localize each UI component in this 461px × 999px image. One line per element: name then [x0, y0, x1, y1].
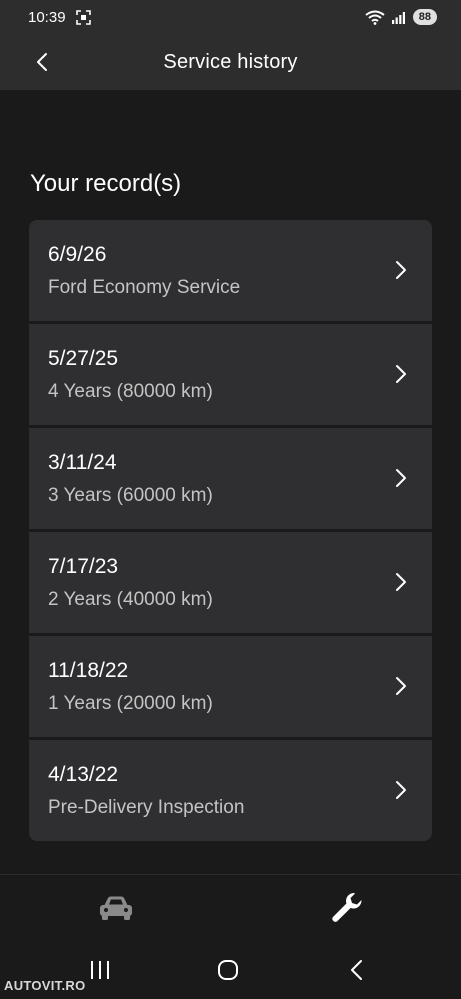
- watermark: AUTOVIT.RO: [4, 978, 86, 993]
- wrench-icon[interactable]: [330, 891, 364, 925]
- battery-badge: 88: [412, 9, 437, 25]
- wifi-icon: [365, 10, 385, 25]
- home-icon[interactable]: [217, 959, 239, 981]
- record-date: 7/17/23: [48, 555, 119, 578]
- app-bar: Service history: [0, 34, 461, 90]
- chevron-right-icon: [396, 469, 406, 487]
- record-description: 4 Years (80000 km): [48, 381, 213, 402]
- status-left: 10:39: [28, 9, 91, 26]
- record-description: 1 Years (20000 km): [48, 693, 213, 714]
- record-description: 3 Years (60000 km): [48, 485, 213, 506]
- chevron-right-icon: [396, 677, 406, 695]
- bottom-nav: [0, 875, 461, 941]
- record-item[interactable]: 11/18/22 1 Years (20000 km): [29, 636, 432, 737]
- record-item[interactable]: 7/17/23 2 Years (40000 km): [29, 532, 432, 633]
- car-icon[interactable]: [98, 895, 134, 921]
- record-description: Ford Economy Service: [48, 277, 241, 298]
- record-item[interactable]: 5/27/25 4 Years (80000 km): [29, 324, 432, 425]
- record-description: Pre-Delivery Inspection: [48, 797, 245, 818]
- back-button[interactable]: [28, 48, 56, 76]
- record-item[interactable]: 4/13/22 Pre-Delivery Inspection: [29, 740, 432, 841]
- record-item[interactable]: 3/11/24 3 Years (60000 km): [29, 428, 432, 529]
- page-title: Service history: [163, 50, 298, 73]
- recents-icon[interactable]: [88, 959, 112, 981]
- chevron-left-icon: [37, 53, 47, 71]
- signal-icon: [391, 12, 405, 24]
- back-icon[interactable]: [348, 958, 364, 982]
- chevron-right-icon: [396, 573, 406, 591]
- record-item[interactable]: 6/9/26 Ford Economy Service: [29, 220, 432, 321]
- status-time: 10:39: [28, 8, 66, 26]
- record-date: 11/18/22: [48, 659, 129, 682]
- section-title: Your record(s): [30, 170, 182, 197]
- chevron-right-icon: [396, 261, 406, 279]
- record-date: 5/27/25: [48, 347, 119, 370]
- record-date: 3/11/24: [48, 451, 117, 474]
- chevron-right-icon: [396, 781, 406, 799]
- screenshot-icon: [75, 9, 91, 25]
- status-bar: 10:39 88: [0, 0, 461, 34]
- status-right: 88: [365, 9, 437, 25]
- record-date: 6/9/26: [48, 243, 107, 266]
- chevron-right-icon: [396, 365, 406, 383]
- records-list: 6/9/26 Ford Economy Service 5/27/25 4 Ye…: [29, 220, 432, 841]
- record-description: 2 Years (40000 km): [48, 589, 213, 610]
- record-date: 4/13/22: [48, 763, 119, 786]
